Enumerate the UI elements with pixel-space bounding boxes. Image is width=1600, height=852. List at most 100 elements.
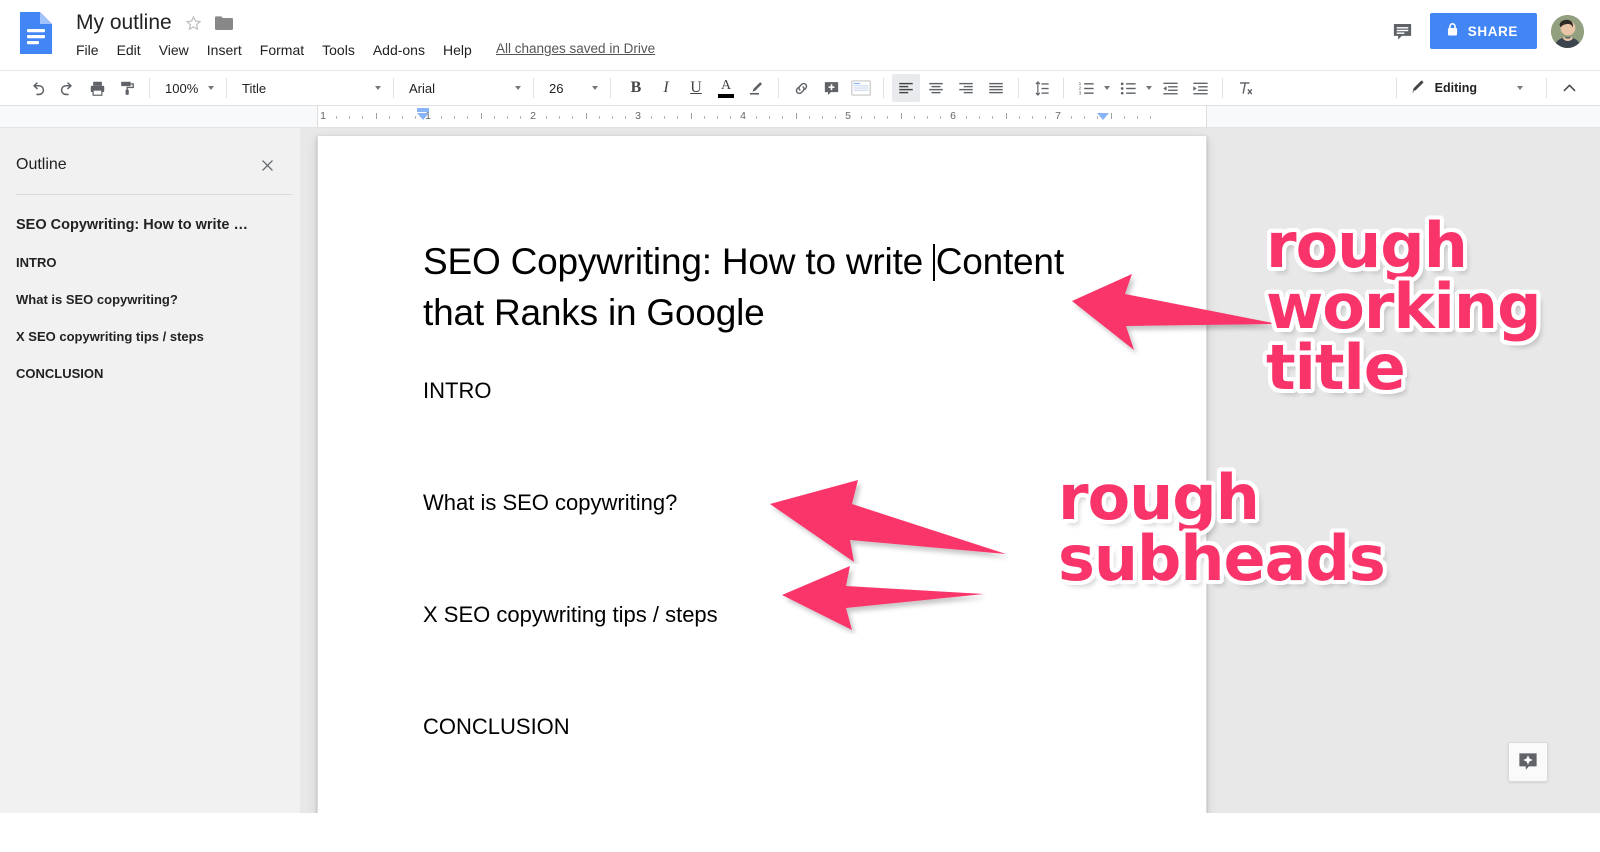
outline-item-tips[interactable]: X SEO copywriting tips / steps xyxy=(16,329,290,344)
close-icon[interactable] xyxy=(256,154,278,176)
zoom-select[interactable]: 100% xyxy=(157,74,219,102)
font-family-select[interactable]: Arial xyxy=(401,74,526,102)
ruler-tick xyxy=(559,116,561,119)
page-title[interactable]: My outline xyxy=(76,10,172,36)
clear-formatting-icon[interactable] xyxy=(1231,74,1259,102)
ruler-tick xyxy=(913,116,915,119)
numbered-list-icon[interactable]: 123 xyxy=(1072,74,1100,102)
outline-item-conclusion[interactable]: CONCLUSION xyxy=(16,366,290,381)
italic-button[interactable]: I xyxy=(652,74,680,102)
document-paragraph-conclusion[interactable]: CONCLUSION xyxy=(423,712,1206,742)
bold-button[interactable]: B xyxy=(622,74,650,102)
undo-icon[interactable] xyxy=(23,74,51,102)
chevron-down-icon[interactable] xyxy=(1143,86,1155,90)
document-paragraph-what-is[interactable]: What is SEO copywriting? xyxy=(423,488,1206,518)
highlight-color-icon[interactable] xyxy=(742,74,770,102)
ruler-number: 6 xyxy=(950,110,956,122)
menu-tools[interactable]: Tools xyxy=(313,39,364,61)
ruler-tick xyxy=(585,113,587,119)
ruler-tick xyxy=(782,116,784,119)
chevron-up-icon[interactable] xyxy=(1555,74,1583,102)
avatar[interactable] xyxy=(1551,14,1584,48)
paragraph-style-value: Title xyxy=(242,80,267,96)
paint-format-icon[interactable] xyxy=(113,74,141,102)
align-justify-icon[interactable] xyxy=(982,74,1010,102)
menu-insert[interactable]: Insert xyxy=(198,39,251,61)
ruler-tick xyxy=(441,116,443,119)
underline-button[interactable]: U xyxy=(682,74,710,102)
ruler[interactable]: 11234567 xyxy=(317,106,1207,127)
menu-view[interactable]: View xyxy=(150,39,198,61)
menu-add-ons[interactable]: Add-ons xyxy=(364,39,434,61)
editing-mode-select[interactable]: Editing xyxy=(1404,74,1539,102)
align-left-icon[interactable] xyxy=(892,74,920,102)
star-outline-icon[interactable] xyxy=(184,14,203,33)
document-body[interactable]: SEO Copywriting: How to write Content th… xyxy=(318,136,1206,742)
text-color-icon[interactable]: A xyxy=(712,74,740,102)
chevron-down-icon[interactable] xyxy=(1101,86,1113,90)
document-paragraph-intro[interactable]: INTRO xyxy=(423,376,1206,406)
ruler-number: 1 xyxy=(320,110,326,122)
google-docs-icon[interactable] xyxy=(18,10,54,56)
increase-indent-icon[interactable] xyxy=(1186,74,1214,102)
google-docs-window: My outline File Edit View Insert Format … xyxy=(0,0,1600,852)
outline-item-what-is[interactable]: What is SEO copywriting? xyxy=(16,292,290,307)
toolbar-divider xyxy=(1222,78,1223,98)
menu-bar: File Edit View Insert Format Tools Add-o… xyxy=(76,39,481,61)
align-right-icon[interactable] xyxy=(952,74,980,102)
toolbar-divider xyxy=(226,78,227,98)
ruler-tick xyxy=(454,116,456,119)
document-page[interactable]: SEO Copywriting: How to write Content th… xyxy=(317,136,1207,813)
ruler-tick xyxy=(1071,116,1073,119)
document-canvas: SEO Copywriting: How to write Content th… xyxy=(300,128,1600,813)
app-header: My outline File Edit View Insert Format … xyxy=(0,0,1600,70)
menu-edit[interactable]: Edit xyxy=(108,39,150,61)
menu-file[interactable]: File xyxy=(76,39,108,61)
bulleted-list-icon[interactable] xyxy=(1114,74,1142,102)
font-family-value: Arial xyxy=(409,80,436,96)
ruler-tick xyxy=(703,116,705,119)
right-indent-marker[interactable] xyxy=(1097,113,1109,120)
toolbar-divider xyxy=(149,78,150,98)
add-comment-icon[interactable] xyxy=(817,74,845,102)
document-paragraph-tips[interactable]: X SEO copywriting tips / steps xyxy=(423,600,1206,630)
insert-link-icon[interactable] xyxy=(787,74,815,102)
chevron-down-icon xyxy=(512,86,524,90)
insert-image-icon[interactable] xyxy=(847,74,875,102)
ruler-tick xyxy=(1018,116,1020,119)
toolbar-divider xyxy=(610,78,611,98)
ruler-tick xyxy=(992,116,994,119)
print-icon[interactable] xyxy=(83,74,111,102)
ruler-tick xyxy=(769,116,771,119)
ruler-number: 3 xyxy=(635,110,641,122)
move-to-folder-icon[interactable] xyxy=(214,15,233,31)
menu-help[interactable]: Help xyxy=(434,39,481,61)
chevron-down-icon xyxy=(1507,86,1533,90)
share-button[interactable]: SHARE xyxy=(1429,13,1537,49)
decrease-indent-icon[interactable] xyxy=(1156,74,1184,102)
outline-items: SEO Copywriting: How to write … INTRO Wh… xyxy=(0,195,300,381)
explore-button[interactable] xyxy=(1508,742,1548,782)
paragraph-style-select[interactable]: Title xyxy=(234,74,386,102)
left-indent-marker[interactable] xyxy=(417,108,429,112)
document-heading[interactable]: SEO Copywriting: How to write Content th… xyxy=(423,236,1103,338)
ruler-tick xyxy=(1110,113,1112,119)
font-size-select[interactable]: 26 xyxy=(541,74,603,102)
lock-icon xyxy=(1446,22,1459,40)
line-spacing-icon[interactable] xyxy=(1027,74,1055,102)
ruler-tick xyxy=(388,116,390,119)
outline-item-title[interactable]: SEO Copywriting: How to write … xyxy=(16,217,290,233)
align-center-icon[interactable] xyxy=(922,74,950,102)
outline-item-intro[interactable]: INTRO xyxy=(16,255,290,270)
ruler-bar: 11234567 xyxy=(0,106,1600,128)
save-status-link[interactable]: All changes saved in Drive xyxy=(496,41,655,56)
redo-icon[interactable] xyxy=(53,74,81,102)
ruler-tick xyxy=(664,116,666,119)
toolbar-divider xyxy=(1395,78,1397,98)
chevron-down-icon xyxy=(205,86,217,90)
left-indent-marker[interactable] xyxy=(417,113,429,120)
italic-label: I xyxy=(663,79,669,96)
ruler-tick xyxy=(716,116,718,119)
menu-format[interactable]: Format xyxy=(251,39,313,61)
comment-history-icon[interactable] xyxy=(1390,18,1416,44)
